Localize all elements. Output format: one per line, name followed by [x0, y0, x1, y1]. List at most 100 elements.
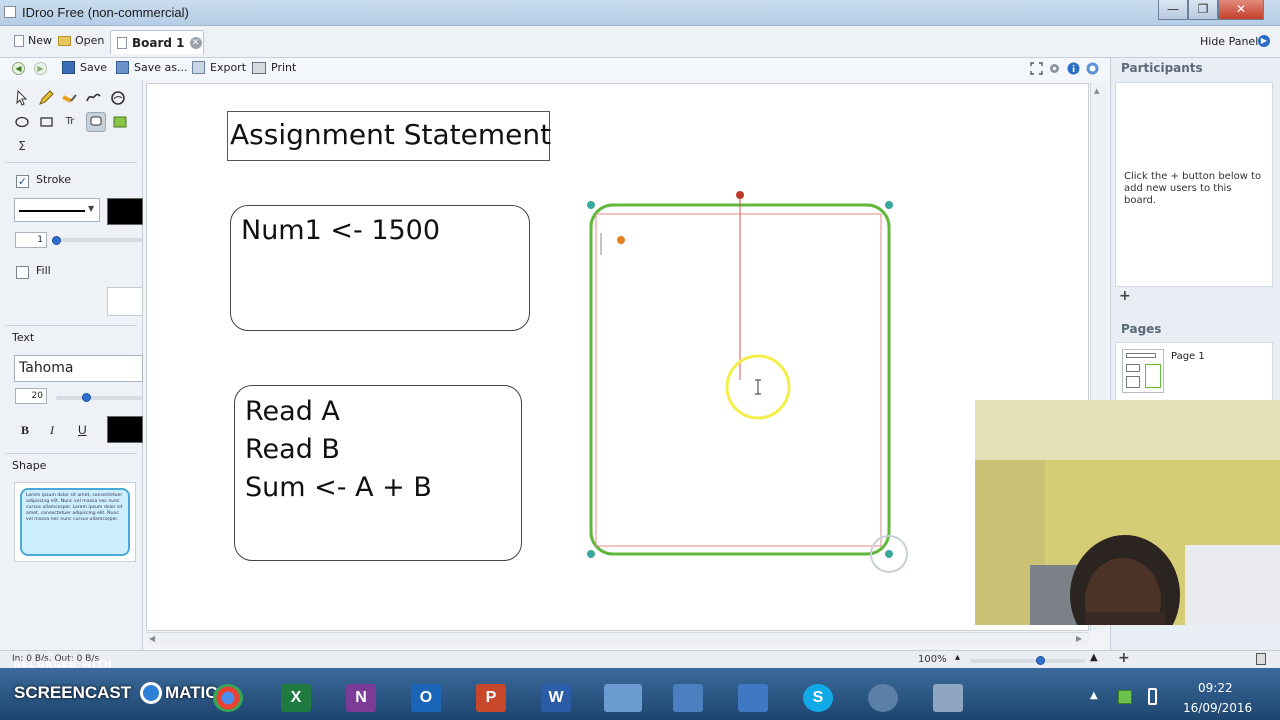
- tray-expand-icon[interactable]: ▲: [1090, 690, 1098, 701]
- underline-button[interactable]: U: [78, 423, 87, 437]
- webcam-app-taskbar-icon[interactable]: [920, 678, 976, 718]
- chrome-taskbar-icon[interactable]: [200, 678, 256, 718]
- ellipse-tool-icon[interactable]: [12, 112, 32, 132]
- minimize-button[interactable]: —: [1158, 0, 1188, 20]
- export-button[interactable]: Export: [192, 61, 246, 74]
- eraser-tool-icon[interactable]: [108, 88, 128, 108]
- open-button[interactable]: Open: [58, 34, 104, 47]
- save-as-label: Save as...: [134, 61, 188, 74]
- powerpoint-taskbar-icon[interactable]: P: [463, 678, 519, 718]
- font-size-input[interactable]: 20: [15, 388, 47, 404]
- hide-panels-button[interactable]: Hide Panels: [1200, 35, 1264, 48]
- stroke-checkbox[interactable]: ✓: [16, 175, 29, 188]
- zoom-slider-knob[interactable]: [1035, 656, 1045, 665]
- shape-preview: Lorem ipsum dolor sit amet, consectetuer…: [20, 488, 130, 556]
- add-participant-button[interactable]: +: [1119, 288, 1131, 304]
- font-family-select[interactable]: Tahoma: [14, 355, 143, 382]
- close-tab-icon[interactable]: ✕: [189, 36, 202, 49]
- resize-handle-bottom-right[interactable]: [885, 550, 893, 558]
- stroke-width-slider[interactable]: [52, 238, 142, 242]
- corner-radius-handle[interactable]: [617, 236, 625, 244]
- box2-line-1: Read A: [245, 396, 340, 427]
- main-toolbar: ◀ ▶ Save Save as... Export Print: [0, 58, 1110, 80]
- bold-button[interactable]: B: [21, 423, 29, 438]
- scroll-left-icon[interactable]: ◀: [149, 634, 155, 643]
- new-button[interactable]: New: [14, 34, 52, 47]
- save-as-button[interactable]: Save as...: [116, 61, 187, 74]
- help-icon[interactable]: [1086, 62, 1099, 75]
- italic-button[interactable]: I: [50, 423, 54, 438]
- idroo-taskbar-icon[interactable]: [855, 678, 911, 718]
- watermark-top: RECORDED WITH: [14, 660, 113, 670]
- rotate-handle[interactable]: [736, 191, 744, 199]
- scroll-right-icon[interactable]: ▶: [1076, 634, 1082, 643]
- tab-board-1[interactable]: Board 1 ✕: [110, 30, 204, 54]
- board-tab-label: Board 1: [132, 35, 185, 50]
- stroke-color-swatch[interactable]: [107, 198, 143, 225]
- keyboard-taskbar-icon[interactable]: [595, 678, 651, 718]
- select-tool-icon[interactable]: [12, 88, 32, 108]
- zoom-in-icon[interactable]: ▲: [1090, 652, 1098, 663]
- save-label: Save: [80, 61, 108, 74]
- pencil-tool-icon[interactable]: [36, 88, 56, 108]
- forward-icon[interactable]: ▶: [34, 62, 47, 75]
- image-tool-icon[interactable]: [110, 112, 130, 132]
- excel-taskbar-icon[interactable]: X: [268, 678, 324, 718]
- fill-checkbox[interactable]: [16, 266, 29, 279]
- box2-line-2: Read B: [245, 434, 340, 465]
- selected-shape[interactable]: [580, 185, 920, 575]
- back-icon[interactable]: ◀: [12, 62, 25, 75]
- collapse-panels-icon[interactable]: ▶: [1258, 35, 1270, 47]
- font-size-slider[interactable]: [56, 396, 142, 400]
- skype-taskbar-icon[interactable]: S: [790, 678, 846, 718]
- fill-color-swatch[interactable]: [107, 287, 143, 316]
- stroke-width-slider-knob[interactable]: [52, 236, 61, 245]
- print-button[interactable]: Print: [252, 61, 296, 74]
- scroll-up-icon[interactable]: ▲: [1094, 87, 1099, 95]
- rectangle-tool-icon[interactable]: [36, 112, 56, 132]
- word-taskbar-icon[interactable]: W: [528, 678, 584, 718]
- clock-date[interactable]: 16/09/2016: [1183, 701, 1252, 715]
- battery-icon[interactable]: [1148, 688, 1157, 705]
- formula-tool-icon[interactable]: Σ: [12, 136, 32, 156]
- page-1-label[interactable]: Page 1: [1171, 351, 1205, 362]
- fullscreen-icon[interactable]: [1030, 62, 1043, 75]
- clock-time[interactable]: 09:22: [1198, 681, 1233, 695]
- polyline-tool-icon[interactable]: [84, 88, 104, 108]
- tray-app-icon[interactable]: [1118, 690, 1132, 704]
- save-button[interactable]: Save: [62, 61, 107, 74]
- horizontal-scrollbar[interactable]: ◀ ▶: [146, 632, 1089, 646]
- title-box[interactable]: Assignment Statement: [227, 111, 551, 161]
- zoom-slider[interactable]: [970, 656, 1085, 665]
- people-taskbar-icon[interactable]: [725, 678, 781, 718]
- add-page-button[interactable]: +: [1118, 650, 1130, 666]
- onenote-taskbar-icon[interactable]: N: [333, 678, 389, 718]
- close-button[interactable]: ✕: [1218, 0, 1264, 20]
- resize-handle-bottom-left[interactable]: [587, 550, 595, 558]
- shape-section-label: Shape: [12, 459, 47, 472]
- network-app-taskbar-icon[interactable]: [660, 678, 716, 718]
- text-color-swatch[interactable]: [107, 416, 143, 443]
- resize-handle-top-left[interactable]: [587, 201, 595, 209]
- stroke-width-input[interactable]: 1: [15, 232, 47, 248]
- outlook-taskbar-icon[interactable]: O: [398, 678, 454, 718]
- text-tool-icon[interactable]: Tr: [60, 112, 80, 132]
- stroke-line-preview: [19, 210, 85, 212]
- info-icon[interactable]: [1067, 62, 1080, 75]
- gear-icon[interactable]: [1048, 62, 1061, 75]
- resize-handle-top-right[interactable]: [885, 201, 893, 209]
- shape-preview-frame[interactable]: Lorem ipsum dolor sit amet, consectetuer…: [14, 482, 136, 562]
- divider: [6, 162, 137, 163]
- callout-tool-icon[interactable]: [86, 112, 106, 132]
- printer-icon: [252, 61, 266, 74]
- stroke-style-select[interactable]: ▼: [14, 198, 100, 222]
- assignment-box-2[interactable]: Read A Read B Sum <- A + B: [234, 385, 522, 561]
- assignment-box-1[interactable]: Num1 <- 1500: [230, 205, 530, 331]
- highlighter-tool-icon[interactable]: [60, 88, 80, 108]
- folder-icon: [58, 35, 71, 46]
- zoom-out-icon[interactable]: ▴: [955, 652, 960, 663]
- font-size-slider-knob[interactable]: [82, 393, 91, 402]
- maximize-button[interactable]: ❐: [1188, 0, 1218, 20]
- trash-icon[interactable]: [1256, 653, 1266, 665]
- page-1-thumbnail[interactable]: [1122, 349, 1164, 393]
